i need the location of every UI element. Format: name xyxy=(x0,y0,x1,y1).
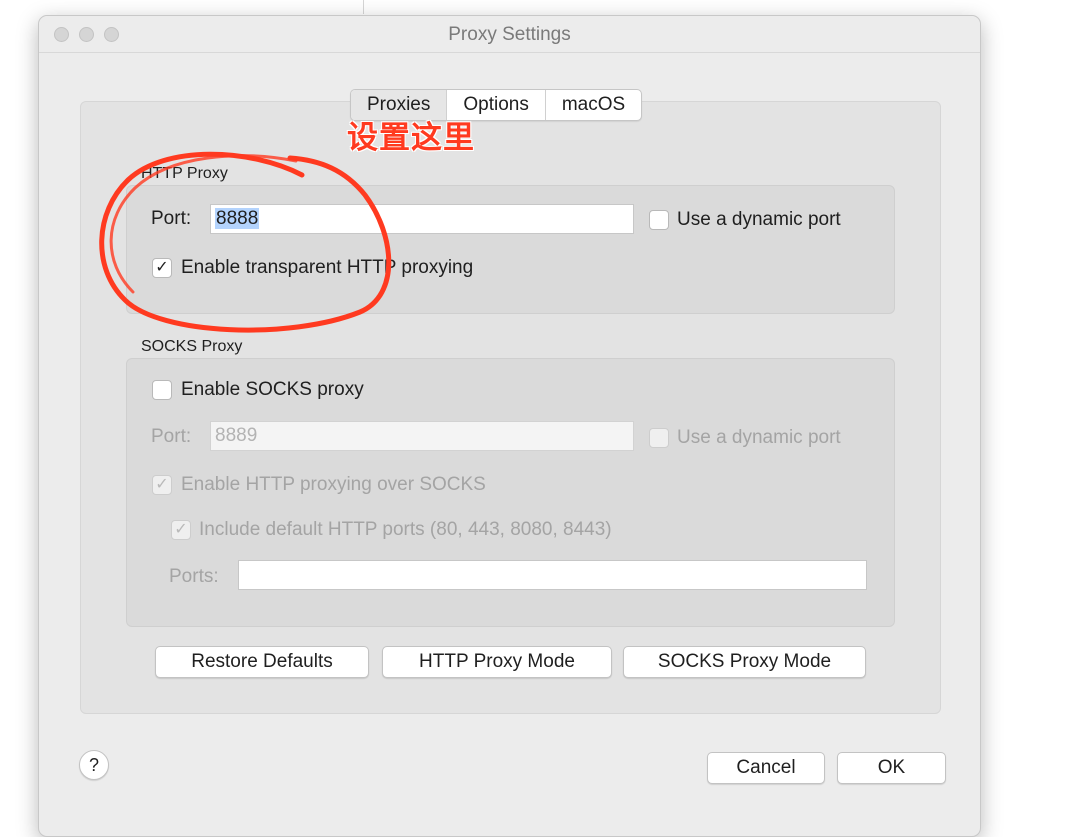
title-bar: Proxy Settings xyxy=(39,16,980,53)
cancel-button[interactable]: Cancel xyxy=(707,752,825,784)
http-proxy-group-label: HTTP Proxy xyxy=(141,165,228,182)
proxy-settings-window: Proxy Settings Proxies Options macOS HTT… xyxy=(38,15,981,837)
socks-dynamic-port-checkbox[interactable] xyxy=(649,428,669,448)
transparent-proxy-checkbox[interactable]: ✓ xyxy=(152,258,172,278)
socks-ports-input[interactable] xyxy=(238,560,867,590)
enable-socks-checkbox[interactable] xyxy=(152,380,172,400)
include-default-ports-label: Include default HTTP ports (80, 443, 808… xyxy=(199,519,612,540)
socks-proxy-mode-button[interactable]: SOCKS Proxy Mode xyxy=(623,646,866,678)
socks-ports-label: Ports: xyxy=(169,566,219,587)
transparent-proxy-label: Enable transparent HTTP proxying xyxy=(181,257,474,278)
include-default-ports-checkbox[interactable]: ✓ xyxy=(171,520,191,540)
annotation-text: 设置这里 xyxy=(347,120,475,155)
http-port-label: Port: xyxy=(151,208,192,229)
restore-defaults-button[interactable]: Restore Defaults xyxy=(155,646,369,678)
socks-port-label: Port: xyxy=(151,426,192,447)
ok-button[interactable]: OK xyxy=(837,752,946,784)
socks-proxy-group-label: SOCKS Proxy xyxy=(141,338,243,355)
http-port-input[interactable]: 8888 xyxy=(210,204,634,234)
http-over-socks-label: Enable HTTP proxying over SOCKS xyxy=(181,474,486,495)
socks-dynamic-port-label: Use a dynamic port xyxy=(677,427,841,448)
background-divider xyxy=(363,0,364,14)
http-port-value: 8888 xyxy=(215,208,260,229)
http-proxy-mode-button[interactable]: HTTP Proxy Mode xyxy=(382,646,612,678)
enable-socks-label: Enable SOCKS proxy xyxy=(181,379,364,400)
tab-macos[interactable]: macOS xyxy=(546,90,641,120)
http-over-socks-checkbox[interactable]: ✓ xyxy=(152,475,172,495)
http-dynamic-port-label: Use a dynamic port xyxy=(677,209,841,230)
http-dynamic-port-checkbox[interactable] xyxy=(649,210,669,230)
help-button[interactable]: ? xyxy=(79,750,109,780)
window-title: Proxy Settings xyxy=(448,24,571,45)
socks-port-input[interactable]: 8889 xyxy=(210,421,634,451)
